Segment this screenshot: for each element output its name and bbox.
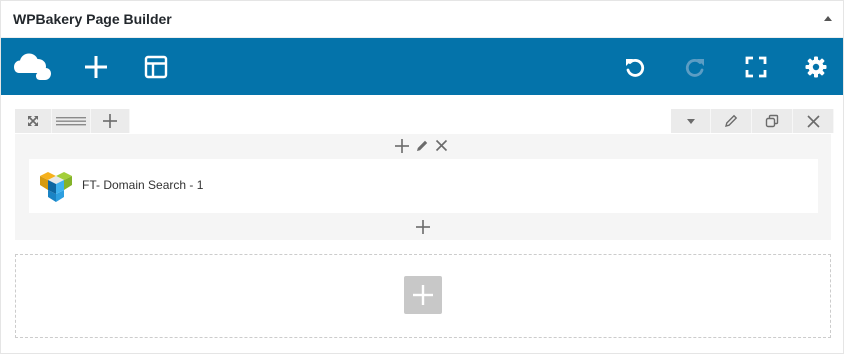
row-toggle-button[interactable]	[671, 109, 711, 133]
row-delete-button[interactable]	[793, 109, 834, 133]
add-icon	[395, 139, 409, 153]
panel-header: WPBakery Page Builder	[1, 1, 843, 38]
add-new-element-button[interactable]	[404, 276, 442, 314]
row-controls-right	[671, 109, 834, 133]
add-icon	[103, 114, 117, 128]
edit-icon	[725, 114, 738, 127]
row-edit-button[interactable]	[711, 109, 752, 133]
add-icon	[416, 220, 430, 234]
element-label: FT- Domain Search - 1	[82, 178, 204, 192]
settings-icon	[805, 56, 827, 77]
delete-icon	[806, 114, 820, 128]
layout-icon	[56, 117, 86, 126]
row-controls-left	[15, 109, 130, 133]
row-layout-button[interactable]	[52, 109, 91, 133]
row-clone-button[interactable]	[752, 109, 793, 133]
collapse-toggle-icon[interactable]	[823, 14, 833, 24]
builder-row: FT- Domain Search - 1	[15, 134, 831, 240]
column-controls	[395, 139, 448, 153]
add-icon	[413, 285, 433, 305]
clone-icon	[765, 114, 779, 128]
templates-button[interactable]	[128, 38, 184, 95]
domain-search-element[interactable]: FT- Domain Search - 1	[29, 159, 818, 213]
visual-composer-logo-icon	[39, 169, 73, 203]
undo-icon	[626, 58, 645, 77]
row-expand-button[interactable]	[15, 109, 52, 133]
column-add-element-button[interactable]	[416, 220, 430, 234]
column-delete-button[interactable]	[435, 139, 448, 153]
empty-row-placeholder	[15, 254, 831, 338]
fullscreen-button[interactable]	[728, 38, 784, 95]
row-add-column-button[interactable]	[91, 109, 130, 133]
expand-icon	[28, 116, 38, 126]
column-add-button[interactable]	[395, 139, 409, 153]
undo-button[interactable]	[607, 38, 663, 95]
add-element-button[interactable]	[68, 38, 124, 95]
logo-icon[interactable]	[5, 38, 61, 95]
panel-title: WPBakery Page Builder	[13, 11, 172, 27]
add-element-icon	[85, 55, 107, 78]
redo-icon	[685, 58, 704, 77]
settings-button[interactable]	[788, 38, 844, 95]
builder-navbar	[1, 38, 843, 95]
templates-icon	[144, 55, 168, 78]
toggle-icon	[686, 118, 695, 124]
fullscreen-icon	[745, 56, 767, 77]
column-edit-button[interactable]	[415, 139, 429, 153]
page-builder-panel: WPBakery Page Builder FT- Domain Search …	[0, 0, 844, 354]
builder-content: FT- Domain Search - 1	[1, 95, 843, 353]
redo-button[interactable]	[667, 38, 723, 95]
delete-icon	[435, 139, 448, 152]
edit-icon	[417, 140, 428, 151]
